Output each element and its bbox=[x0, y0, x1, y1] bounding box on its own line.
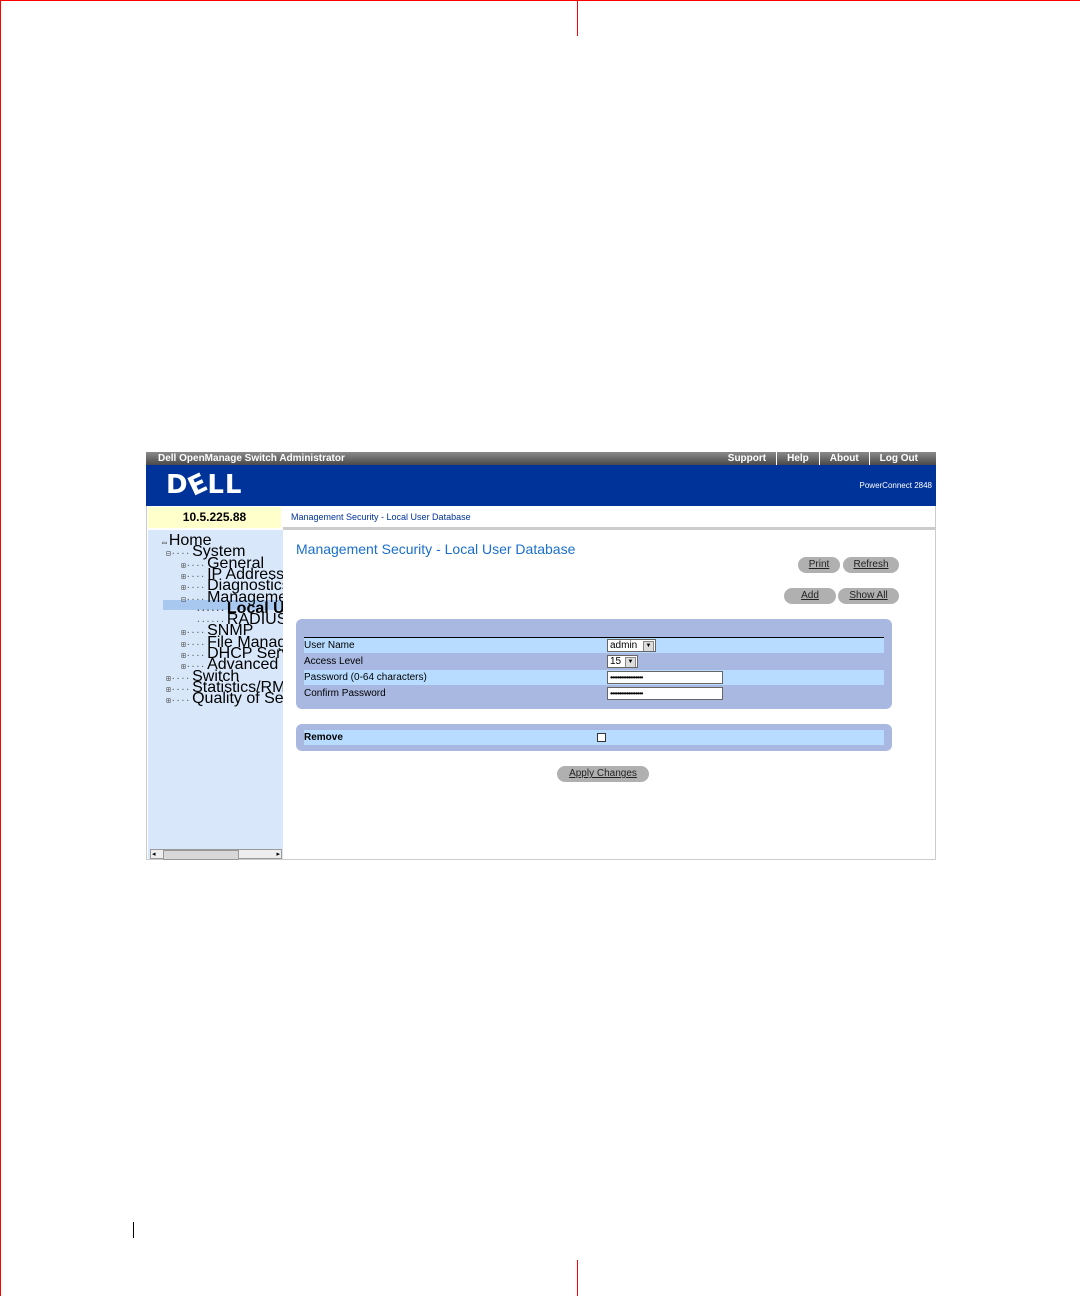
device-ip: 10.5.225.88 bbox=[148, 507, 281, 528]
user-name-select[interactable]: admin ▼ bbox=[607, 639, 656, 652]
apply-changes-button[interactable]: Apply Changes bbox=[557, 766, 649, 782]
user-name-label: User Name bbox=[304, 640, 355, 651]
crop-mark-left bbox=[0, 0, 1, 1296]
add-button[interactable]: Add bbox=[784, 588, 836, 604]
chevron-down-icon: ▼ bbox=[643, 641, 654, 651]
dell-logo: DELL bbox=[166, 467, 243, 503]
chevron-down-icon: ▼ bbox=[625, 657, 636, 667]
horizontal-scrollbar[interactable]: ◂ ▸ bbox=[150, 849, 282, 860]
confirm-password-row: Confirm Password bbox=[304, 686, 884, 701]
app-title: Dell OpenManage Switch Administrator bbox=[158, 453, 345, 464]
remove-label: Remove bbox=[304, 732, 343, 743]
crop-mark-top-center bbox=[577, 0, 578, 36]
title-bar: Dell OpenManage Switch Administrator Sup… bbox=[146, 452, 936, 466]
crop-mark-bottom-center bbox=[577, 1260, 578, 1296]
tree-item[interactable]: ⊞····Quality of Service bbox=[166, 690, 283, 708]
help-link[interactable]: Help bbox=[776, 452, 819, 466]
user-name-row: User Name bbox=[304, 638, 884, 653]
top-links: Support Help About Log Out bbox=[718, 452, 928, 466]
show-all-button[interactable]: Show All bbox=[838, 588, 899, 604]
tree-item-label: Quality of Service bbox=[192, 690, 283, 708]
password-label: Password (0-64 characters) bbox=[304, 672, 427, 683]
remove-row: Remove bbox=[304, 730, 884, 745]
refresh-button[interactable]: Refresh bbox=[843, 557, 899, 573]
expand-icon[interactable]: ⊞···· bbox=[166, 696, 190, 705]
crop-mark-top bbox=[0, 0, 1080, 1]
password-input[interactable]: •••••••••••••••••• bbox=[607, 671, 723, 684]
logout-link[interactable]: Log Out bbox=[868, 452, 928, 466]
access-level-label: Access Level bbox=[304, 656, 363, 667]
header-banner bbox=[146, 465, 936, 506]
page-title: Management Security - Local User Databas… bbox=[296, 541, 576, 557]
margin-mark bbox=[133, 1222, 134, 1238]
support-link[interactable]: Support bbox=[718, 452, 776, 466]
print-button[interactable]: Print bbox=[798, 557, 840, 573]
access-level-row: Access Level bbox=[304, 654, 884, 669]
about-link[interactable]: About bbox=[818, 452, 869, 466]
password-row: Password (0-64 characters) bbox=[304, 670, 884, 685]
confirm-password-label: Confirm Password bbox=[304, 688, 386, 699]
divider bbox=[283, 527, 936, 530]
confirm-password-input[interactable]: •••••••••••••••••• bbox=[607, 687, 723, 700]
model-name: PowerConnect 2848 bbox=[859, 481, 933, 490]
access-level-select[interactable]: 15 ▼ bbox=[607, 655, 638, 668]
remove-checkbox[interactable] bbox=[597, 733, 606, 742]
breadcrumb: Management Security - Local User Databas… bbox=[291, 512, 471, 522]
